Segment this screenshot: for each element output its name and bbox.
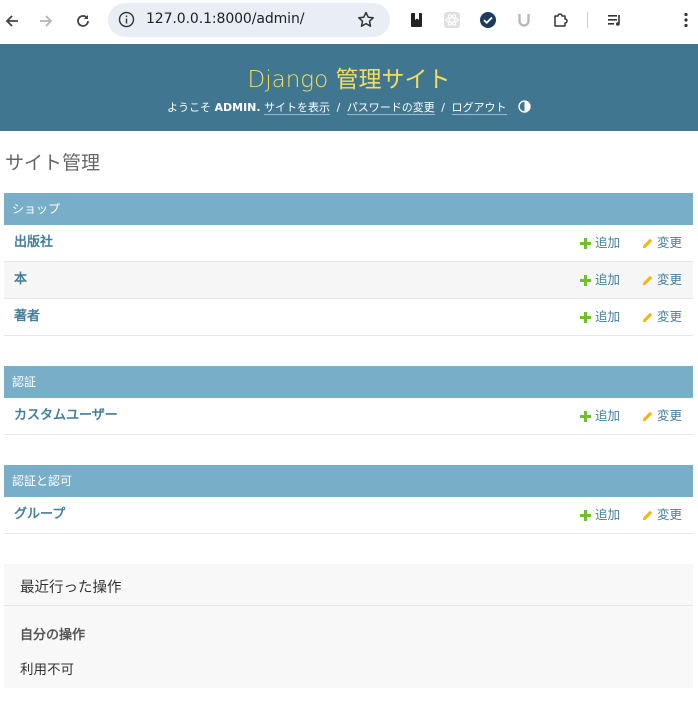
logout-link[interactable]: ログアウト	[451, 101, 507, 115]
model-link[interactable]: 著者	[14, 299, 40, 335]
pencil-icon	[642, 312, 653, 323]
change-label: 変更	[657, 408, 683, 423]
add-link[interactable]: 追加	[580, 262, 620, 298]
model-row: 著者 追加 変更	[4, 299, 693, 336]
media-controls-icon[interactable]	[606, 11, 624, 29]
reload-icon[interactable]	[71, 9, 95, 33]
model-link[interactable]: 出版社	[14, 225, 53, 261]
admin-header: Django 管理サイト ようこそ ADMIN. サイトを表示 / パスワードの…	[0, 44, 698, 131]
browser-toolbar: 127.0.0.1:8000/admin/	[0, 0, 698, 44]
extensions-puzzle-icon[interactable]	[552, 11, 570, 29]
plus-icon	[580, 410, 591, 422]
recent-actions-title: 最近行った操作	[20, 580, 122, 596]
change-label: 変更	[657, 309, 683, 324]
password-change-link[interactable]: パスワードの変更	[346, 101, 435, 115]
page-title: サイト管理	[5, 152, 101, 174]
theme-toggle-icon[interactable]	[518, 100, 531, 113]
site-branding[interactable]: Django 管理サイト	[0, 60, 698, 94]
pencil-icon	[642, 510, 653, 521]
pencil-icon	[642, 411, 653, 422]
pencil-icon	[642, 275, 653, 286]
site-info-icon[interactable]	[118, 11, 135, 32]
change-link[interactable]: 変更	[642, 497, 682, 533]
add-label: 追加	[595, 408, 621, 423]
toolbar-separator	[587, 12, 588, 28]
change-link[interactable]: 変更	[642, 262, 682, 298]
plus-icon	[580, 237, 591, 249]
model-link[interactable]: グループ	[14, 497, 65, 533]
plus-icon	[580, 509, 591, 521]
my-actions-heading: 自分の操作	[20, 628, 86, 643]
change-link[interactable]: 変更	[642, 225, 682, 261]
module-caption[interactable]: 認証と認可	[4, 465, 693, 497]
change-label: 変更	[657, 272, 683, 287]
model-row: カスタムユーザー 追加 変更	[4, 398, 693, 435]
app-module-shop: ショップ 出版社 追加 変更 本 追加 変更 著者 追加 変更	[4, 193, 693, 336]
app-module-auth-authz: 認証と認可 グループ 追加 変更	[4, 465, 693, 534]
divider	[4, 605, 693, 606]
bookmark-star-icon[interactable]	[356, 10, 376, 34]
forward-arrow-icon[interactable]	[34, 9, 58, 33]
react-devtools-icon[interactable]	[443, 11, 461, 29]
add-label: 追加	[595, 272, 621, 287]
add-link[interactable]: 追加	[580, 225, 620, 261]
model-row: 出版社 追加 変更	[4, 225, 693, 262]
view-site-link[interactable]: サイトを表示	[264, 101, 331, 115]
app-module-auth: 認証 カスタムユーザー 追加 変更	[4, 366, 693, 435]
separator: /	[336, 101, 341, 114]
browser-menu-icon[interactable]	[677, 11, 695, 29]
recent-actions-panel: 最近行った操作 自分の操作 利用不可	[4, 564, 693, 688]
welcome-text: ようこそ	[166, 101, 211, 114]
separator: /	[441, 101, 445, 114]
change-link[interactable]: 変更	[642, 299, 682, 335]
add-label: 追加	[595, 309, 621, 324]
change-label: 変更	[657, 235, 683, 250]
back-arrow-icon[interactable]	[0, 9, 24, 33]
module-caption[interactable]: ショップ	[4, 193, 693, 225]
no-actions-text: 利用不可	[20, 662, 74, 678]
url-text[interactable]: 127.0.0.1:8000/admin/	[146, 11, 304, 27]
model-link[interactable]: 本	[14, 262, 27, 298]
module-caption[interactable]: 認証	[4, 366, 693, 398]
u-extension-icon[interactable]	[515, 11, 533, 29]
checkmark-extension-icon[interactable]	[479, 11, 497, 29]
add-label: 追加	[595, 507, 621, 522]
add-link[interactable]: 追加	[580, 299, 620, 335]
add-label: 追加	[595, 235, 621, 250]
model-row: グループ 追加 変更	[4, 497, 693, 534]
reading-list-icon[interactable]	[408, 11, 426, 29]
user-tools: ようこそ ADMIN. サイトを表示 / パスワードの変更 / ログアウト	[0, 99, 698, 115]
pencil-icon	[642, 238, 653, 249]
plus-icon	[580, 311, 591, 323]
model-link[interactable]: カスタムユーザー	[14, 398, 118, 434]
add-link[interactable]: 追加	[580, 497, 620, 533]
plus-icon	[580, 274, 591, 286]
change-link[interactable]: 変更	[642, 398, 682, 434]
change-label: 変更	[657, 507, 683, 522]
add-link[interactable]: 追加	[580, 398, 620, 434]
username: ADMIN.	[214, 101, 261, 114]
model-row: 本 追加 変更	[4, 262, 693, 299]
